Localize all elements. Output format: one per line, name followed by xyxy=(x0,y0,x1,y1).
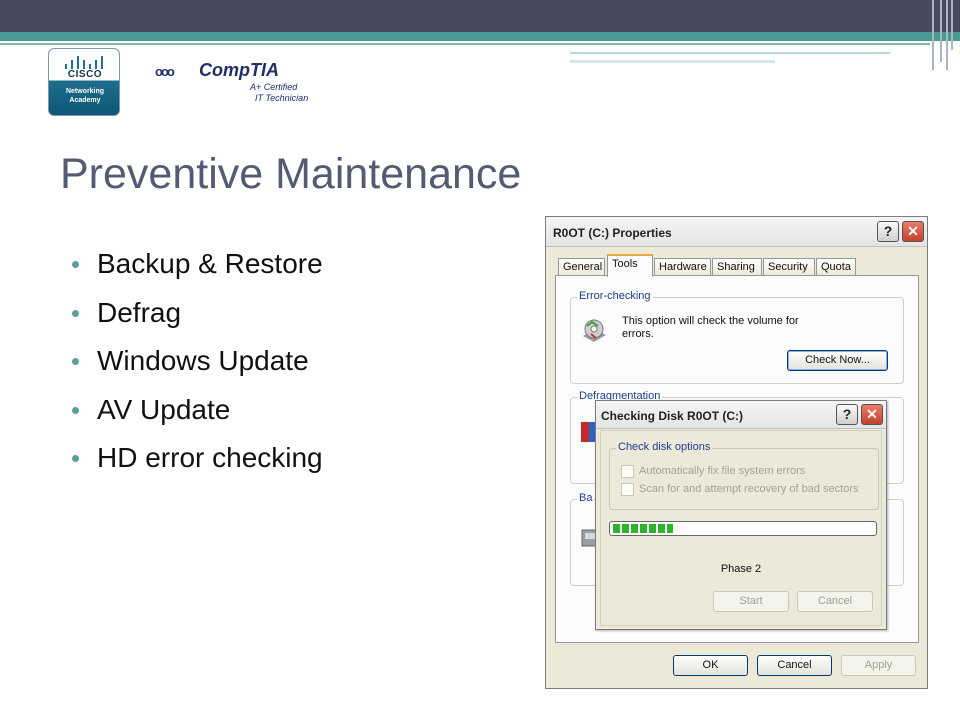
progress-fill xyxy=(613,524,673,533)
tab-tools[interactable]: Tools xyxy=(607,254,653,277)
apply-button[interactable]: Apply xyxy=(841,655,916,676)
bullet-item: Backup & Restore xyxy=(72,248,323,297)
help-icon[interactable]: ? xyxy=(877,221,899,242)
help-icon[interactable]: ? xyxy=(836,404,858,425)
bullet-dot-icon xyxy=(72,358,79,365)
group-label: Error-checking xyxy=(577,290,653,302)
comptia-wordmark: CompTIA xyxy=(199,60,279,80)
bullet-dot-icon xyxy=(72,406,79,414)
bullet-dot-icon xyxy=(72,455,79,462)
dialog-cancel-button[interactable]: Cancel xyxy=(797,591,873,612)
comptia-a-certified: A+ Certified xyxy=(250,82,298,92)
error-checking-group: Error-checking This option will check th… xyxy=(570,290,904,384)
check-disk-dialog: Checking Disk R0OT (C:) ? ✕ Check disk o… xyxy=(595,400,887,630)
ok-button[interactable]: OK xyxy=(673,655,748,676)
check-disk-title: Checking Disk R0OT (C:) xyxy=(601,409,744,423)
check-disk-progress xyxy=(609,521,877,536)
fix-errors-option[interactable]: Automatically fix file system errors xyxy=(639,465,805,477)
group-label: Ba xyxy=(577,492,595,504)
cisco-wordmark: CISCO xyxy=(67,69,103,80)
top-banner xyxy=(0,0,960,32)
banner-line xyxy=(570,60,775,63)
banner-vbar xyxy=(940,0,942,62)
comptia-circles-icon: ooo xyxy=(155,64,175,79)
tab-hardware[interactable]: Hardware xyxy=(654,258,711,276)
cisco-subtitle: Networking Academy xyxy=(65,88,105,104)
banner-line xyxy=(570,52,890,54)
check-disk-titlebar[interactable]: Checking Disk R0OT (C:) ? ✕ xyxy=(596,401,886,429)
tab-sharing[interactable]: Sharing xyxy=(712,258,762,276)
checkbox-icon[interactable] xyxy=(621,465,634,478)
bullet-item: Defrag xyxy=(72,297,323,346)
top-banner-stripe xyxy=(0,32,960,41)
group-label: Check disk options xyxy=(616,441,713,453)
scan-sectors-option[interactable]: Scan for and attempt recovery of bad sec… xyxy=(639,483,859,495)
bullet-list: Backup & Restore Defrag Windows Update A… xyxy=(72,248,323,491)
slide-title: Preventive Maintenance xyxy=(60,150,522,198)
banner-line xyxy=(0,43,930,45)
close-icon[interactable]: ✕ xyxy=(861,404,883,425)
banner-vbar xyxy=(951,0,953,50)
cisco-logo: CISCO Networking Academy xyxy=(48,48,120,116)
banner-vbar xyxy=(932,0,934,70)
disk-check-icon xyxy=(583,319,606,342)
error-checking-description: This option will check the volume for er… xyxy=(622,315,799,340)
comptia-it-technician: IT Technician xyxy=(255,93,309,103)
cisco-bars-icon xyxy=(63,55,107,69)
bullet-dot-icon xyxy=(72,261,79,268)
close-icon[interactable]: ✕ xyxy=(902,221,924,242)
bullet-dot-icon xyxy=(72,309,79,317)
bullet-item: AV Update xyxy=(72,394,323,443)
checkbox-icon[interactable] xyxy=(621,483,634,496)
cancel-button[interactable]: Cancel xyxy=(757,655,832,676)
comptia-logo: ooo CompTIA A+ Certified IT Technician xyxy=(155,60,325,110)
properties-title: R0OT (C:) Properties xyxy=(553,226,672,240)
bullet-item: HD error checking xyxy=(72,442,323,491)
tab-quota[interactable]: Quota xyxy=(816,258,856,276)
properties-titlebar[interactable]: R0OT (C:) Properties ? ✕ xyxy=(546,217,927,247)
banner-vbar xyxy=(946,0,948,70)
bullet-item: Windows Update xyxy=(72,345,323,394)
check-disk-body: Check disk options Automatically fix fil… xyxy=(600,430,882,626)
phase-status: Phase 2 xyxy=(720,563,762,575)
check-disk-options-group: Check disk options Automatically fix fil… xyxy=(609,441,879,510)
tab-security[interactable]: Security xyxy=(763,258,815,276)
start-button[interactable]: Start xyxy=(713,591,789,612)
tab-general[interactable]: General xyxy=(558,258,605,276)
check-now-button[interactable]: Check Now... xyxy=(787,350,888,371)
